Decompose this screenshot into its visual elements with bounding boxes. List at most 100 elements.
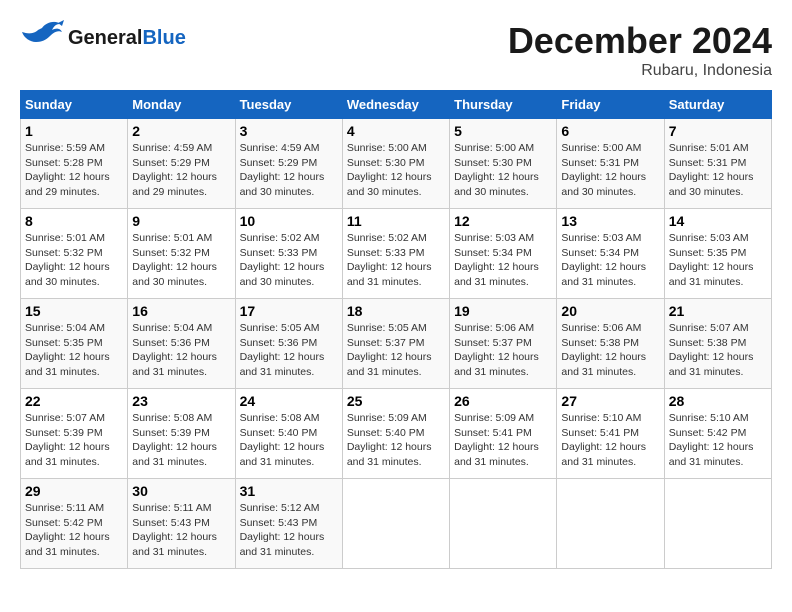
- calendar-cell: 25 Sunrise: 5:09 AM Sunset: 5:40 PM Dayl…: [342, 389, 449, 479]
- calendar-week-4: 22 Sunrise: 5:07 AM Sunset: 5:39 PM Dayl…: [21, 389, 772, 479]
- calendar-cell: 18 Sunrise: 5:05 AM Sunset: 5:37 PM Dayl…: [342, 299, 449, 389]
- day-info: Sunrise: 5:03 AM Sunset: 5:35 PM Dayligh…: [669, 231, 767, 290]
- day-info: Sunrise: 4:59 AM Sunset: 5:29 PM Dayligh…: [240, 141, 338, 200]
- logo-bird-icon: [20, 20, 64, 56]
- day-number: 24: [240, 393, 338, 409]
- day-number: 30: [132, 483, 230, 499]
- day-info: Sunrise: 5:07 AM Sunset: 5:38 PM Dayligh…: [669, 321, 767, 380]
- day-info: Sunrise: 5:04 AM Sunset: 5:36 PM Dayligh…: [132, 321, 230, 380]
- day-info: Sunrise: 5:03 AM Sunset: 5:34 PM Dayligh…: [454, 231, 552, 290]
- day-number: 27: [561, 393, 659, 409]
- day-number: 15: [25, 303, 123, 319]
- calendar-cell: 23 Sunrise: 5:08 AM Sunset: 5:39 PM Dayl…: [128, 389, 235, 479]
- weekday-tuesday: Tuesday: [235, 91, 342, 119]
- day-info: Sunrise: 5:00 AM Sunset: 5:30 PM Dayligh…: [454, 141, 552, 200]
- day-number: 7: [669, 123, 767, 139]
- day-info: Sunrise: 5:08 AM Sunset: 5:40 PM Dayligh…: [240, 411, 338, 470]
- calendar-cell: 15 Sunrise: 5:04 AM Sunset: 5:35 PM Dayl…: [21, 299, 128, 389]
- calendar-cell: 4 Sunrise: 5:00 AM Sunset: 5:30 PM Dayli…: [342, 119, 449, 209]
- day-info: Sunrise: 5:09 AM Sunset: 5:41 PM Dayligh…: [454, 411, 552, 470]
- day-number: 17: [240, 303, 338, 319]
- day-number: 20: [561, 303, 659, 319]
- day-info: Sunrise: 5:05 AM Sunset: 5:36 PM Dayligh…: [240, 321, 338, 380]
- calendar-body: 1 Sunrise: 5:59 AM Sunset: 5:28 PM Dayli…: [21, 119, 772, 569]
- calendar-cell: 20 Sunrise: 5:06 AM Sunset: 5:38 PM Dayl…: [557, 299, 664, 389]
- day-number: 21: [669, 303, 767, 319]
- day-info: Sunrise: 5:06 AM Sunset: 5:37 PM Dayligh…: [454, 321, 552, 380]
- calendar-week-5: 29 Sunrise: 5:11 AM Sunset: 5:42 PM Dayl…: [21, 479, 772, 569]
- day-info: Sunrise: 5:06 AM Sunset: 5:38 PM Dayligh…: [561, 321, 659, 380]
- day-number: 5: [454, 123, 552, 139]
- calendar-cell: 7 Sunrise: 5:01 AM Sunset: 5:31 PM Dayli…: [664, 119, 771, 209]
- day-info: Sunrise: 5:00 AM Sunset: 5:31 PM Dayligh…: [561, 141, 659, 200]
- calendar-cell: 17 Sunrise: 5:05 AM Sunset: 5:36 PM Dayl…: [235, 299, 342, 389]
- day-info: Sunrise: 5:09 AM Sunset: 5:40 PM Dayligh…: [347, 411, 445, 470]
- day-info: Sunrise: 5:08 AM Sunset: 5:39 PM Dayligh…: [132, 411, 230, 470]
- weekday-friday: Friday: [557, 91, 664, 119]
- page-header: GeneralBlue December 2024 Rubaru, Indone…: [20, 20, 772, 80]
- weekday-sunday: Sunday: [21, 91, 128, 119]
- calendar-cell: 14 Sunrise: 5:03 AM Sunset: 5:35 PM Dayl…: [664, 209, 771, 299]
- day-info: Sunrise: 5:01 AM Sunset: 5:32 PM Dayligh…: [25, 231, 123, 290]
- day-info: Sunrise: 5:59 AM Sunset: 5:28 PM Dayligh…: [25, 141, 123, 200]
- calendar-cell: 30 Sunrise: 5:11 AM Sunset: 5:43 PM Dayl…: [128, 479, 235, 569]
- day-number: 10: [240, 213, 338, 229]
- day-number: 31: [240, 483, 338, 499]
- calendar-cell: [342, 479, 449, 569]
- calendar-cell: 6 Sunrise: 5:00 AM Sunset: 5:31 PM Dayli…: [557, 119, 664, 209]
- title-block: December 2024 Rubaru, Indonesia: [508, 20, 772, 80]
- calendar-cell: 5 Sunrise: 5:00 AM Sunset: 5:30 PM Dayli…: [450, 119, 557, 209]
- day-number: 1: [25, 123, 123, 139]
- day-info: Sunrise: 5:07 AM Sunset: 5:39 PM Dayligh…: [25, 411, 123, 470]
- weekday-wednesday: Wednesday: [342, 91, 449, 119]
- day-number: 14: [669, 213, 767, 229]
- day-number: 16: [132, 303, 230, 319]
- calendar-cell: 21 Sunrise: 5:07 AM Sunset: 5:38 PM Dayl…: [664, 299, 771, 389]
- day-number: 4: [347, 123, 445, 139]
- calendar-cell: 3 Sunrise: 4:59 AM Sunset: 5:29 PM Dayli…: [235, 119, 342, 209]
- day-info: Sunrise: 5:03 AM Sunset: 5:34 PM Dayligh…: [561, 231, 659, 290]
- day-info: Sunrise: 5:10 AM Sunset: 5:42 PM Dayligh…: [669, 411, 767, 470]
- calendar-cell: [450, 479, 557, 569]
- weekday-thursday: Thursday: [450, 91, 557, 119]
- location-label: Rubaru, Indonesia: [508, 62, 772, 80]
- day-info: Sunrise: 5:02 AM Sunset: 5:33 PM Dayligh…: [240, 231, 338, 290]
- day-number: 19: [454, 303, 552, 319]
- day-info: Sunrise: 5:05 AM Sunset: 5:37 PM Dayligh…: [347, 321, 445, 380]
- day-info: Sunrise: 5:01 AM Sunset: 5:32 PM Dayligh…: [132, 231, 230, 290]
- day-info: Sunrise: 5:10 AM Sunset: 5:41 PM Dayligh…: [561, 411, 659, 470]
- day-info: Sunrise: 5:12 AM Sunset: 5:43 PM Dayligh…: [240, 501, 338, 560]
- day-number: 8: [25, 213, 123, 229]
- calendar-cell: 8 Sunrise: 5:01 AM Sunset: 5:32 PM Dayli…: [21, 209, 128, 299]
- calendar-cell: 2 Sunrise: 4:59 AM Sunset: 5:29 PM Dayli…: [128, 119, 235, 209]
- calendar-cell: 24 Sunrise: 5:08 AM Sunset: 5:40 PM Dayl…: [235, 389, 342, 479]
- calendar-cell: 11 Sunrise: 5:02 AM Sunset: 5:33 PM Dayl…: [342, 209, 449, 299]
- calendar-cell: 9 Sunrise: 5:01 AM Sunset: 5:32 PM Dayli…: [128, 209, 235, 299]
- calendar-cell: 31 Sunrise: 5:12 AM Sunset: 5:43 PM Dayl…: [235, 479, 342, 569]
- day-number: 29: [25, 483, 123, 499]
- day-number: 23: [132, 393, 230, 409]
- calendar-cell: 16 Sunrise: 5:04 AM Sunset: 5:36 PM Dayl…: [128, 299, 235, 389]
- calendar-cell: [664, 479, 771, 569]
- calendar-cell: [557, 479, 664, 569]
- day-number: 6: [561, 123, 659, 139]
- calendar-cell: 27 Sunrise: 5:10 AM Sunset: 5:41 PM Dayl…: [557, 389, 664, 479]
- day-number: 13: [561, 213, 659, 229]
- day-info: Sunrise: 5:00 AM Sunset: 5:30 PM Dayligh…: [347, 141, 445, 200]
- calendar-cell: 10 Sunrise: 5:02 AM Sunset: 5:33 PM Dayl…: [235, 209, 342, 299]
- month-title: December 2024: [508, 20, 772, 62]
- day-info: Sunrise: 5:01 AM Sunset: 5:31 PM Dayligh…: [669, 141, 767, 200]
- day-number: 11: [347, 213, 445, 229]
- weekday-saturday: Saturday: [664, 91, 771, 119]
- day-number: 22: [25, 393, 123, 409]
- day-info: Sunrise: 4:59 AM Sunset: 5:29 PM Dayligh…: [132, 141, 230, 200]
- calendar-table: SundayMondayTuesdayWednesdayThursdayFrid…: [20, 90, 772, 569]
- day-info: Sunrise: 5:02 AM Sunset: 5:33 PM Dayligh…: [347, 231, 445, 290]
- calendar-cell: 1 Sunrise: 5:59 AM Sunset: 5:28 PM Dayli…: [21, 119, 128, 209]
- day-number: 28: [669, 393, 767, 409]
- calendar-week-1: 1 Sunrise: 5:59 AM Sunset: 5:28 PM Dayli…: [21, 119, 772, 209]
- day-info: Sunrise: 5:11 AM Sunset: 5:42 PM Dayligh…: [25, 501, 123, 560]
- day-info: Sunrise: 5:11 AM Sunset: 5:43 PM Dayligh…: [132, 501, 230, 560]
- day-number: 3: [240, 123, 338, 139]
- calendar-cell: 19 Sunrise: 5:06 AM Sunset: 5:37 PM Dayl…: [450, 299, 557, 389]
